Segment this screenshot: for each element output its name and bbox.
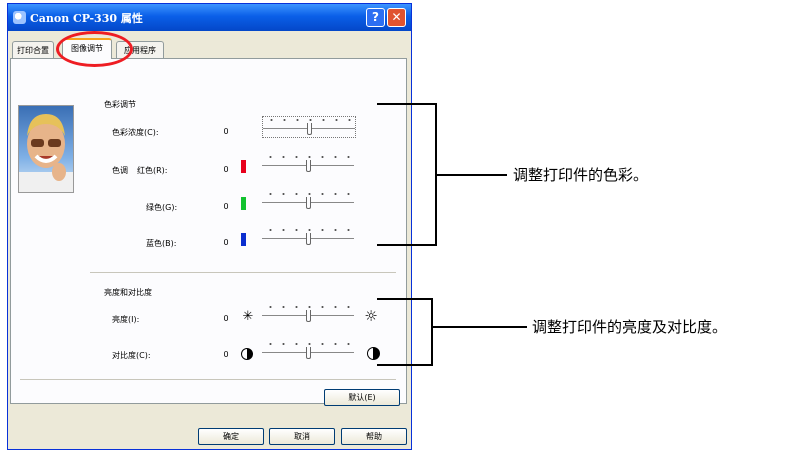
brightness-bracket (377, 298, 433, 366)
green-swatch (241, 197, 246, 210)
red-label: 红色(R): (137, 166, 168, 175)
contrast-value: 0 (223, 350, 229, 359)
hue-label: 色调 (112, 166, 128, 175)
contrast-slider-thumb[interactable] (306, 347, 311, 359)
brightness-callout-line (433, 326, 527, 328)
red-swatch (241, 160, 246, 173)
color-annotation: 调整打印件的色彩。 (513, 166, 649, 184)
help-title-button[interactable]: ? (366, 8, 385, 27)
highlight-oval (56, 31, 133, 67)
saturation-label: 色彩浓度(C): (112, 128, 159, 137)
preview-photo (18, 105, 74, 193)
brightness-slider-thumb[interactable] (306, 310, 311, 322)
bc-group-title: 亮度和对比度 (104, 288, 152, 297)
child-photo-image (19, 114, 73, 192)
blue-slider[interactable] (262, 227, 354, 247)
tab-print-settings[interactable]: 打印合置 (12, 41, 54, 58)
green-value: 0 (223, 202, 229, 211)
contrast-label: 对比度(C): (112, 351, 151, 360)
title-bar[interactable]: Canon CP-330 属性 ? ✕ (8, 4, 411, 31)
saturation-slider[interactable] (262, 116, 356, 138)
window-title: Canon CP-330 属性 (30, 12, 143, 25)
cancel-button[interactable]: 取消 (269, 428, 335, 445)
brightness-slider[interactable] (262, 304, 354, 324)
color-group-title: 色彩调节 (104, 100, 136, 109)
blue-swatch (241, 233, 246, 246)
saturation-value: 0 (223, 127, 229, 136)
sun-large-icon: ☼ (364, 307, 378, 325)
color-bracket (377, 103, 437, 246)
close-button[interactable]: ✕ (387, 8, 406, 27)
saturation-slider-thumb[interactable] (307, 123, 312, 135)
blue-value: 0 (223, 238, 229, 247)
red-value: 0 (223, 165, 229, 174)
contrast-slider[interactable] (262, 341, 354, 361)
brightness-label: 亮度(I): (112, 315, 140, 324)
blue-label: 蓝色(B): (146, 239, 177, 248)
blue-slider-thumb[interactable] (306, 233, 311, 245)
bottom-separator (20, 379, 396, 380)
green-slider[interactable] (262, 191, 354, 211)
red-slider[interactable] (262, 154, 354, 174)
contrast-low-icon (241, 348, 253, 360)
brightness-annotation: 调整打印件的亮度及对比度。 (532, 318, 728, 336)
help-button[interactable]: 帮助 (341, 428, 407, 445)
color-callout-line (437, 174, 507, 176)
sun-small-icon: ✳ (242, 309, 254, 324)
printer-app-icon (13, 11, 26, 24)
green-label: 绿色(G): (146, 203, 178, 212)
group-separator (90, 272, 396, 273)
ok-button[interactable]: 确定 (198, 428, 264, 445)
red-slider-thumb[interactable] (306, 160, 311, 172)
green-slider-thumb[interactable] (306, 197, 311, 209)
default-button[interactable]: 默认(E) (324, 389, 400, 406)
brightness-value: 0 (223, 314, 229, 323)
